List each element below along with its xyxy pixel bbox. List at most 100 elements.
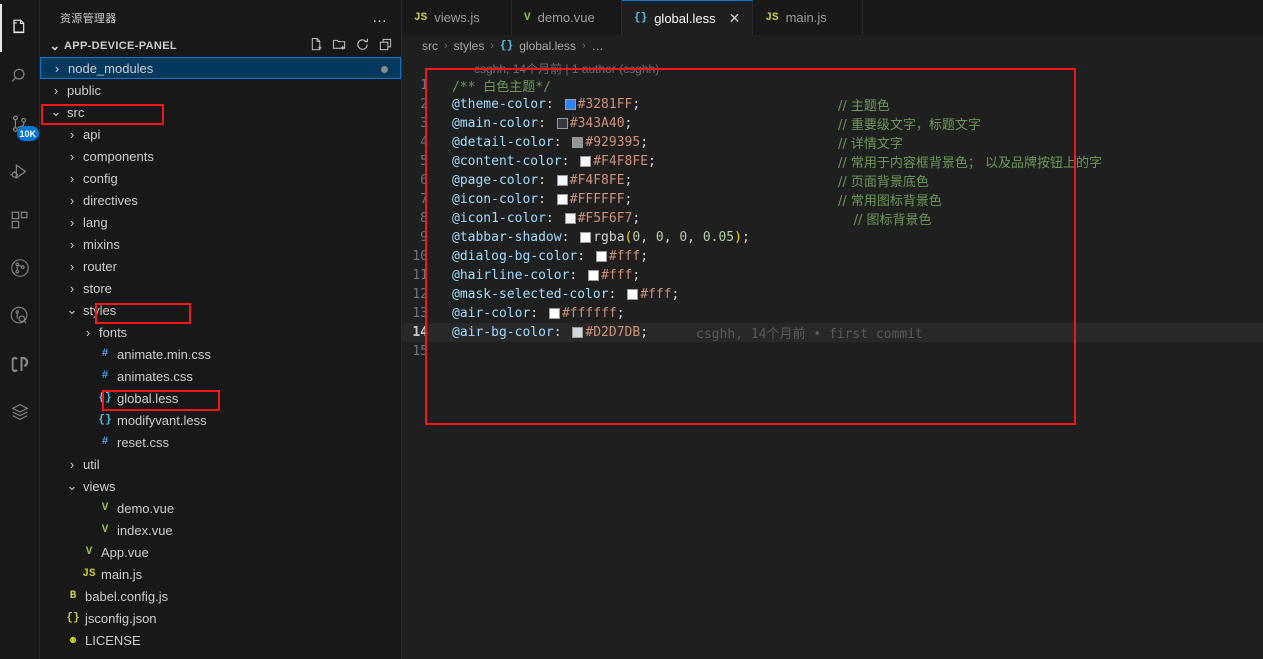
code-line[interactable]: 11 @hairline-color: #fff; xyxy=(402,266,1263,285)
extensions-icon[interactable] xyxy=(0,196,40,244)
chevron-right-icon[interactable]: › xyxy=(64,211,80,233)
color-swatch[interactable] xyxy=(572,327,584,338)
code-line[interactable]: 13 @air-color: #ffffff; xyxy=(402,304,1263,323)
code-line-content: /** 白色主题*/ xyxy=(448,76,551,95)
refresh-icon[interactable] xyxy=(355,37,370,55)
color-swatch[interactable] xyxy=(556,118,568,129)
code-line[interactable]: 1 /** 白色主题*/ xyxy=(402,76,1263,95)
code-line[interactable]: 6 @page-color: #F4F8FE; // 页面背景底色 xyxy=(402,171,1263,190)
codestream-icon[interactable] xyxy=(0,340,40,388)
git-history-icon[interactable] xyxy=(0,292,40,340)
source-control-icon[interactable]: 10K xyxy=(0,100,40,148)
chevron-right-icon[interactable]: › xyxy=(64,255,80,277)
code-line[interactable]: 12 @mask-selected-color: #fff; xyxy=(402,285,1263,304)
tree-item-app-vue[interactable]: V App.vue xyxy=(40,541,401,563)
chevron-down-icon[interactable]: ⌄ xyxy=(64,299,80,321)
tree-item-styles[interactable]: ⌄ styles xyxy=(40,299,401,321)
tree-item-store[interactable]: › store xyxy=(40,277,401,299)
tree-item-reset-css[interactable]: # reset.css xyxy=(40,431,401,453)
tree-item-global-less[interactable]: {} global.less xyxy=(40,387,401,409)
color-swatch[interactable] xyxy=(572,137,584,148)
chevron-right-icon[interactable]: › xyxy=(64,277,80,299)
code-editor[interactable]: csghh, 14个月前 | 1 author (csghh) 1 /** 白色主… xyxy=(402,57,1263,659)
tab-demo-vue[interactable]: Vdemo.vue xyxy=(512,0,622,35)
tree-item-license[interactable]: ⚉ LICENSE xyxy=(40,629,401,651)
tree-item-mixins[interactable]: › mixins xyxy=(40,233,401,255)
code-line[interactable]: 7 @icon-color: #FFFFFF; // 常用图标背景色 xyxy=(402,190,1263,209)
tree-item-modifyvant-less[interactable]: {} modifyvant.less xyxy=(40,409,401,431)
tree-item-router[interactable]: › router xyxy=(40,255,401,277)
sidebar-more-actions-icon[interactable]: … xyxy=(366,10,393,25)
workspace-section-header[interactable]: ⌄ APP-DEVICE-PANEL xyxy=(40,35,401,57)
breadcrumb[interactable]: src › styles ›{} global.less ›… xyxy=(402,35,1263,57)
code-line[interactable]: 5 @content-color: #F4F8FE; // 常用于内容框背景色； 以… xyxy=(402,152,1263,171)
color-swatch[interactable] xyxy=(588,270,600,281)
tree-item-node-modules[interactable]: › node_modules xyxy=(40,57,401,79)
tree-item-demo-vue[interactable]: Vdemo.vue xyxy=(40,497,401,519)
breadcrumb-item[interactable]: src xyxy=(422,39,438,53)
tab-global-less[interactable]: {} global.less ✕ xyxy=(622,0,754,35)
chevron-down-icon[interactable]: ⌄ xyxy=(48,101,64,123)
tree-item-api[interactable]: › api xyxy=(40,123,401,145)
code-line[interactable]: 14 @air-bg-color: #D2D7DB; csghh, 14个月前 • … xyxy=(402,323,1263,342)
run-and-debug-icon[interactable] xyxy=(0,148,40,196)
tree-item-components[interactable]: › components xyxy=(40,145,401,167)
chevron-right-icon[interactable]: › xyxy=(64,167,80,189)
new-file-icon[interactable] xyxy=(309,37,324,55)
color-swatch[interactable] xyxy=(580,156,592,167)
tree-item-config[interactable]: › config xyxy=(40,167,401,189)
git-graph-icon[interactable] xyxy=(0,244,40,292)
breadcrumb-item[interactable]: global.less xyxy=(519,39,576,53)
project-manager-icon[interactable] xyxy=(0,388,40,436)
code-line[interactable]: 4 @detail-color: #929395; // 详情文字 xyxy=(402,133,1263,152)
chevron-right-icon[interactable]: › xyxy=(80,321,96,343)
tree-item-lang[interactable]: › lang xyxy=(40,211,401,233)
chevron-right-icon[interactable]: › xyxy=(64,145,80,167)
chevron-right-icon[interactable]: › xyxy=(64,189,80,211)
tree-item-public[interactable]: › public xyxy=(40,79,401,101)
tree-item-util[interactable]: › util xyxy=(40,453,401,475)
breadcrumb-item[interactable]: styles xyxy=(454,39,485,53)
tree-item-fonts[interactable]: › fonts xyxy=(40,321,401,343)
tab-main-js[interactable]: JS main.js xyxy=(753,0,864,35)
tree-item-animate-min-css[interactable]: # animate.min.css xyxy=(40,343,401,365)
workspace-twisty-icon[interactable]: ⌄ xyxy=(48,38,62,54)
code-line[interactable]: 2 @theme-color: #3281FF; // 主题色 xyxy=(402,95,1263,114)
breadcrumb-item[interactable]: … xyxy=(592,39,604,53)
code-line[interactable]: 3 @main-color: #343A40; // 重要级文字，标题文字 xyxy=(402,114,1263,133)
search-icon[interactable] xyxy=(0,52,40,100)
chevron-right-icon[interactable]: › xyxy=(48,79,64,101)
tree-item-jsconfig-json[interactable]: {} jsconfig.json xyxy=(40,607,401,629)
explorer-icon[interactable] xyxy=(0,4,40,52)
color-swatch[interactable] xyxy=(564,213,576,224)
code-line[interactable]: 8 @icon1-color: #F5F6F7; // 图标背景色 xyxy=(402,209,1263,228)
tree-item-main-js[interactable]: JS main.js xyxy=(40,563,401,585)
tree-item-directives[interactable]: › directives xyxy=(40,189,401,211)
color-swatch[interactable] xyxy=(556,175,568,186)
chevron-down-icon[interactable]: ⌄ xyxy=(64,475,80,497)
chevron-right-icon[interactable]: › xyxy=(64,123,80,145)
color-swatch[interactable] xyxy=(580,232,592,243)
chevron-right-icon[interactable]: › xyxy=(64,233,80,255)
tab-views-js[interactable]: JS views.js xyxy=(402,0,512,35)
new-folder-icon[interactable] xyxy=(332,37,347,55)
code-line[interactable]: 10 @dialog-bg-color: #fff; xyxy=(402,247,1263,266)
chevron-right-icon[interactable]: › xyxy=(64,453,80,475)
color-swatch[interactable] xyxy=(595,251,607,262)
color-swatch[interactable] xyxy=(556,194,568,205)
tree-item-index-vue[interactable]: Vindex.vue xyxy=(40,519,401,541)
color-swatch[interactable] xyxy=(627,289,639,300)
tree-item-views[interactable]: ⌄ views xyxy=(40,475,401,497)
code-line[interactable]: 9 @tabbar-shadow: rgba(0, 0, 0, 0.05); xyxy=(402,228,1263,247)
color-swatch[interactable] xyxy=(548,308,560,319)
file-tree[interactable]: › node_modules › public ⌄ src › api › components ›… xyxy=(40,57,401,659)
tree-item-src[interactable]: ⌄ src xyxy=(40,101,401,123)
tree-item-animates-css[interactable]: # animates.css xyxy=(40,365,401,387)
chevron-right-icon[interactable]: › xyxy=(49,57,65,79)
collapse-all-icon[interactable] xyxy=(378,37,393,55)
code-lines[interactable]: 1 /** 白色主题*/ 2 @theme-color: #3281FF; // 主题色… xyxy=(402,76,1263,361)
code-line[interactable]: 15 xyxy=(402,342,1263,361)
close-icon[interactable]: ✕ xyxy=(729,11,741,25)
tree-item-babel-config-js[interactable]: Bbabel.config.js xyxy=(40,585,401,607)
color-swatch[interactable] xyxy=(564,99,576,110)
